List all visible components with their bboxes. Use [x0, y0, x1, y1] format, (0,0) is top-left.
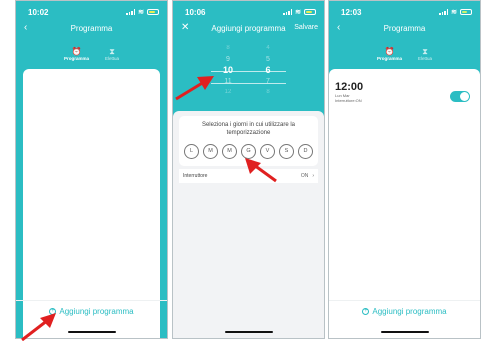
status-bar: 12:03 ≋ [341, 7, 472, 17]
hour-selected[interactable]: 10 [218, 65, 238, 76]
minute-option[interactable]: 7 [258, 76, 278, 87]
schedule-item[interactable]: 12:00 Lun Mar Interruttore:ON [335, 81, 474, 115]
switch-action-row[interactable]: Interruttore ON › [179, 169, 318, 183]
page-title: Programma [383, 23, 426, 33]
battery-icon [147, 9, 159, 15]
signal-icon [439, 9, 449, 15]
day-toggle-thursday[interactable]: G [241, 144, 256, 159]
plus-circle-icon: + [362, 308, 370, 315]
battery-icon [460, 9, 472, 15]
page-title: Aggiungi programma [211, 23, 286, 33]
day-toggle-friday[interactable]: V [260, 144, 275, 159]
signal-icon [126, 9, 136, 15]
tab-elettua-label: Elettua [418, 56, 433, 61]
add-schedule-label: Aggiungi programma [372, 307, 447, 316]
tab-elettua[interactable]: ⧗ Elettua [418, 47, 432, 61]
wifi-icon: ≋ [295, 9, 301, 16]
system-icons: ≋ [439, 8, 472, 16]
hour-option[interactable]: 11 [218, 76, 238, 87]
chevron-right-icon: › [312, 173, 314, 179]
time-picker[interactable]: 8 9 10 11 12 4 5 6 7 8 [173, 43, 324, 111]
schedule-enable-toggle[interactable] [450, 91, 470, 102]
status-time: 10:02 [28, 7, 49, 17]
hour-wheel[interactable]: 8 9 10 11 12 [218, 43, 238, 98]
hour-option[interactable]: 9 [218, 54, 238, 65]
hourglass-icon: ⧗ [422, 47, 428, 56]
home-indicator [380, 331, 429, 333]
minute-selected[interactable]: 6 [258, 65, 278, 76]
options-sheet: Seleziona i giorni in cui utilizzare la … [173, 111, 324, 338]
weekday-selector: L M M G V S D [184, 144, 313, 159]
back-icon[interactable]: ‹ [337, 21, 340, 35]
page-title: Programma [70, 23, 113, 33]
minute-option[interactable]: 5 [258, 54, 278, 65]
add-schedule-button[interactable]: + Aggiungi programma [16, 300, 167, 322]
phone-screen-schedule-added: 12:03 ≋ ‹ Programma ⏰ Programma ⧗ Elettu… [328, 0, 481, 339]
close-icon[interactable]: ✕ [181, 21, 189, 35]
switch-action-label: Interruttore [183, 173, 208, 179]
tab-programma[interactable]: ⏰ Programma [64, 47, 89, 61]
minute-wheel[interactable]: 4 5 6 7 8 [258, 43, 278, 98]
tab-bar: ⏰ Programma ⧗ Elettua [16, 47, 167, 61]
minute-option[interactable]: 8 [258, 87, 278, 98]
phone-screen-add-schedule: 10:06 ≋ ✕ Aggiungi programma Salvare 8 9… [172, 0, 325, 339]
status-time: 10:06 [185, 7, 206, 17]
add-schedule-label: Aggiungi programma [59, 307, 134, 316]
tab-programma[interactable]: ⏰ Programma [377, 47, 402, 61]
minute-option[interactable]: 4 [258, 43, 278, 54]
day-toggle-wednesday[interactable]: M [222, 144, 237, 159]
home-indicator [224, 331, 273, 333]
day-toggle-monday[interactable]: L [184, 144, 199, 159]
plus-circle-icon: + [49, 308, 57, 315]
alarm-clock-icon: ⏰ [71, 47, 82, 56]
day-toggle-saturday[interactable]: S [279, 144, 294, 159]
system-icons: ≋ [283, 8, 316, 16]
nav-bar: ‹ Programma [329, 21, 480, 35]
save-button[interactable]: Salvare [294, 21, 318, 35]
tutorial-screens: 10:02 ≋ ‹ Programma ⏰ Programma ⧗ Elettu… [0, 0, 487, 341]
back-icon[interactable]: ‹ [24, 21, 27, 35]
battery-icon [304, 9, 316, 15]
tab-bar: ⏰ Programma ⧗ Elettua [329, 47, 480, 61]
switch-action-value-group: ON › [301, 173, 314, 179]
nav-bar: ✕ Aggiungi programma Salvare [173, 21, 324, 35]
add-schedule-button[interactable]: + Aggiungi programma [329, 300, 480, 322]
repeat-days-card: Seleziona i giorni in cui utilizzare la … [179, 116, 318, 166]
schedule-list-empty [23, 69, 160, 338]
status-bar: 10:06 ≋ [185, 7, 316, 17]
status-time: 12:03 [341, 7, 362, 17]
switch-action-value: ON [300, 173, 309, 179]
day-toggle-sunday[interactable]: D [298, 144, 313, 159]
home-indicator [67, 331, 116, 333]
phone-screen-empty-schedule: 10:02 ≋ ‹ Programma ⏰ Programma ⧗ Elettu… [15, 0, 168, 339]
wifi-icon: ≋ [451, 9, 457, 16]
tab-programma-label: Programma [63, 56, 89, 61]
tab-programma-label: Programma [376, 56, 402, 61]
alarm-clock-icon: ⏰ [384, 47, 395, 56]
system-icons: ≋ [126, 8, 159, 16]
hour-option[interactable]: 8 [218, 43, 238, 54]
day-toggle-tuesday[interactable]: M [203, 144, 218, 159]
status-bar: 10:02 ≋ [28, 7, 159, 17]
nav-bar: ‹ Programma [16, 21, 167, 35]
hour-option[interactable]: 12 [218, 87, 238, 98]
tab-elettua[interactable]: ⧗ Elettua [105, 47, 119, 61]
wifi-icon: ≋ [138, 9, 144, 16]
repeat-days-title: Seleziona i giorni in cui utilizzare la … [201, 122, 296, 136]
toggle-knob [460, 92, 469, 101]
tab-elettua-label: Elettua [105, 56, 120, 61]
hourglass-icon: ⧗ [109, 47, 115, 56]
signal-icon [283, 9, 293, 15]
